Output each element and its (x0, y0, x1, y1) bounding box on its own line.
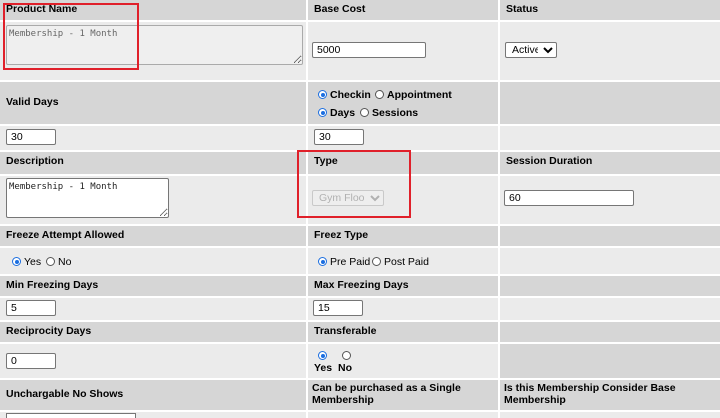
post-paid-label: Post Paid (384, 256, 429, 268)
transferable-yes-radio[interactable] (318, 351, 327, 360)
days-radio[interactable] (318, 108, 327, 117)
transferable-no-radio[interactable] (342, 351, 351, 360)
empty-cell-1 (500, 126, 720, 150)
session-duration-label: Session Duration (506, 155, 593, 167)
post-paid-radio[interactable] (372, 257, 381, 266)
checkin-radio[interactable] (318, 90, 327, 99)
empty-header-1 (500, 82, 720, 124)
empty-header-3 (500, 276, 720, 296)
unit-value-input[interactable] (314, 129, 364, 145)
type-select[interactable]: Gym Floor (312, 190, 384, 206)
type-header: Type (308, 152, 498, 174)
transferable-cell (308, 344, 498, 378)
freez-type-label: Freez Type (314, 229, 369, 241)
base-cost-header: Base Cost (308, 0, 498, 20)
status-header: Status (500, 0, 720, 20)
freeze-no-radio[interactable] (46, 257, 55, 266)
transferable-label: Transferable (314, 325, 377, 337)
pre-paid-label: Pre Paid (330, 256, 371, 268)
unchargable-label: Unchargable No Shows (6, 388, 124, 400)
product-name-header: Product Name (0, 0, 306, 20)
freez-type-header: Freez Type (308, 226, 498, 246)
freeze-attempt-header: Freeze Attempt Allowed (0, 226, 306, 246)
days-label: Days (330, 107, 356, 119)
empty-cell-2 (500, 248, 720, 274)
appointment-label: Appointment (387, 89, 452, 101)
single-membership-label-2: Membership (312, 394, 374, 406)
status-select[interactable]: Active (505, 42, 557, 58)
description-field[interactable]: Membership - 1 Month (6, 178, 169, 218)
transferable-no-label: No (338, 362, 352, 374)
product-name-field[interactable]: Membership - 1 Month (6, 25, 303, 65)
session-duration-input[interactable] (504, 190, 634, 206)
base-membership-cell (500, 412, 720, 418)
type-label: Type (314, 155, 338, 167)
max-freezing-input[interactable] (313, 300, 363, 316)
transferable-header: Transferable (308, 322, 498, 342)
single-membership-cell (308, 412, 498, 418)
sessions-radio[interactable] (360, 108, 369, 117)
freeze-attempt-label: Freeze Attempt Allowed (6, 229, 125, 241)
reciprocity-input[interactable] (6, 353, 56, 369)
reciprocity-label: Reciprocity Days (6, 325, 92, 337)
empty-cell-4 (500, 344, 720, 378)
min-freezing-label: Min Freezing Days (6, 279, 99, 291)
appointment-radio[interactable] (375, 90, 384, 99)
base-cost-label: Base Cost (314, 3, 366, 15)
valid-days-label: Valid Days (6, 96, 59, 108)
description-header: Description (0, 152, 306, 174)
min-freezing-input[interactable] (6, 300, 56, 316)
freeze-no-label: No (58, 256, 72, 268)
base-membership-label-2: Membership (504, 394, 566, 406)
checkin-label: Checkin (330, 89, 371, 101)
unchargable-input[interactable] (6, 413, 136, 418)
pre-paid-radio[interactable] (318, 257, 327, 266)
session-duration-header: Session Duration (500, 152, 720, 174)
single-membership-label-1: Can be purchased as a Single (312, 382, 461, 394)
product-name-label: Product Name (6, 3, 78, 15)
transferable-yes-label: Yes (314, 362, 333, 374)
freeze-yes-label: Yes (24, 256, 42, 268)
empty-header-2 (500, 226, 720, 246)
base-membership-label-1: Is this Membership Consider Base (504, 382, 676, 394)
min-freezing-header: Min Freezing Days (0, 276, 306, 296)
reciprocity-header: Reciprocity Days (0, 322, 306, 342)
description-label: Description (6, 155, 64, 167)
base-cost-input[interactable] (312, 42, 426, 58)
valid-days-input[interactable] (6, 129, 56, 145)
max-freezing-header: Max Freezing Days (308, 276, 498, 296)
max-freezing-label: Max Freezing Days (314, 279, 409, 291)
freeze-yes-radio[interactable] (12, 257, 21, 266)
empty-header-4 (500, 322, 720, 342)
status-label: Status (506, 3, 539, 15)
sessions-label: Sessions (372, 107, 419, 119)
empty-cell-3 (500, 298, 720, 320)
